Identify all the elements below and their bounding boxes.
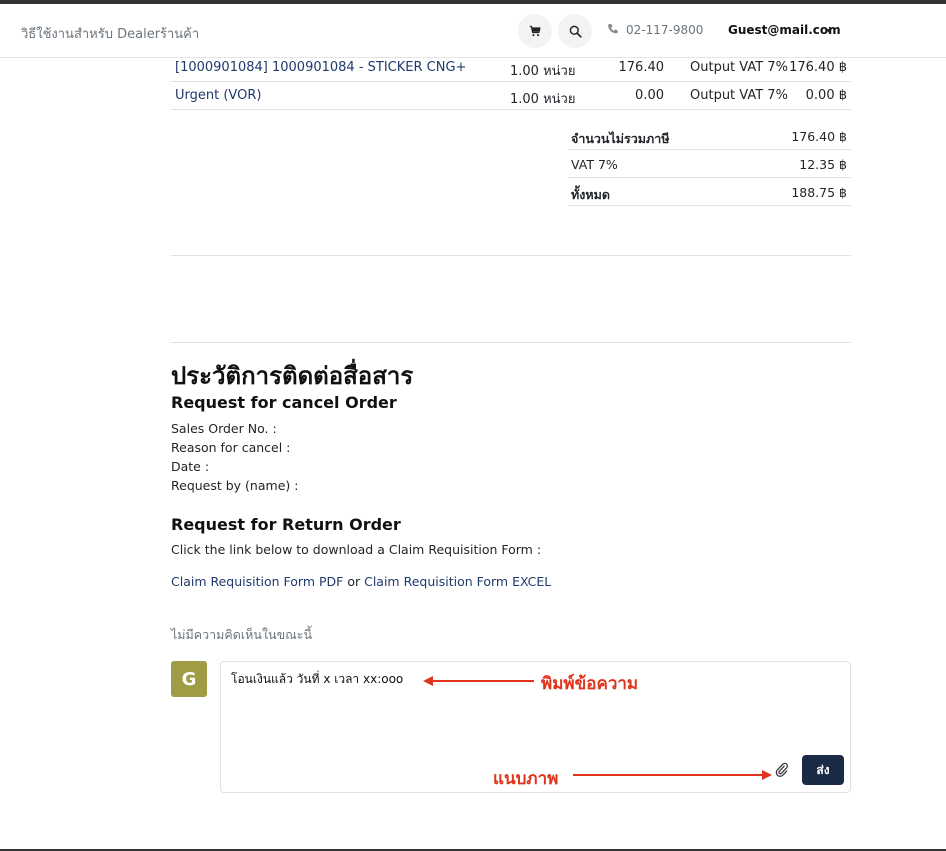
phone-text: 02-117-9800 xyxy=(626,23,704,37)
line-product-link[interactable]: [1000901084] 1000901084 - STICKER CNG+ xyxy=(175,60,466,75)
nav-link-dealer-guide[interactable]: วิธีใช้งานสำหรับ Dealer xyxy=(21,23,160,44)
totals-value: 188.75 ฿ xyxy=(791,185,847,200)
claim-form-pdf-link[interactable]: Claim Requisition Form PDF xyxy=(171,574,343,589)
send-button[interactable]: ส่ง xyxy=(802,755,844,785)
order-lines-table: [1000901084] 1000901084 - STICKER CNG+ 1… xyxy=(171,54,851,110)
phone-number[interactable]: 02-117-9800 xyxy=(606,23,703,37)
claim-form-excel-link[interactable]: Claim Requisition Form EXCEL xyxy=(364,574,551,589)
annotation-attach-image: แนบภาพ xyxy=(493,769,559,789)
link-separator: or xyxy=(343,574,365,589)
divider xyxy=(171,342,851,343)
arrow-line xyxy=(573,774,763,776)
cart-button[interactable] xyxy=(518,14,552,48)
line-tax: Output VAT 7% xyxy=(690,88,788,103)
totals-label: VAT 7% xyxy=(571,157,618,172)
history-title: ประวัติการติดต่อสื่อสาร xyxy=(171,362,414,390)
user-menu[interactable]: Guest@mail.com xyxy=(728,23,841,37)
line-unit-price: 0.00 xyxy=(635,88,664,103)
totals-label: ทั้งหมด xyxy=(571,187,610,202)
return-order-heading: Request for Return Order xyxy=(171,515,401,534)
search-button[interactable] xyxy=(558,14,592,48)
line-quantity: 1.00 หน่วย xyxy=(510,92,576,107)
arrow-line xyxy=(432,680,534,682)
avatar: G xyxy=(171,661,207,697)
cancel-field-reason: Reason for cancel : xyxy=(171,440,291,455)
totals-value: 176.40 ฿ xyxy=(791,129,847,144)
arrow-right-icon xyxy=(762,770,772,780)
cancel-order-heading: Request for cancel Order xyxy=(171,393,397,412)
navbar: วิธีใช้งานสำหรับ Dealer ร้านค้า 02-117-9… xyxy=(0,4,946,58)
line-quantity: 1.00 หน่วย xyxy=(510,64,576,79)
phone-icon xyxy=(608,24,618,34)
search-icon xyxy=(569,25,582,38)
line-subtotal: 176.40 ฿ xyxy=(789,60,847,75)
return-instructions: Click the link below to download a Claim… xyxy=(171,542,542,557)
divider xyxy=(171,255,851,256)
nav-link-shop[interactable]: ร้านค้า xyxy=(160,23,199,44)
totals-value: 12.35 ฿ xyxy=(799,157,847,172)
claim-form-links: Claim Requisition Form PDF or Claim Requ… xyxy=(171,574,551,589)
line-subtotal: 0.00 ฿ xyxy=(805,88,847,103)
table-row: [1000901084] 1000901084 - STICKER CNG+ 1… xyxy=(171,54,851,82)
totals-label: จำนวนไม่รวมภาษี xyxy=(571,131,670,146)
totals-row-untaxed: จำนวนไม่รวมภาษี 176.40 ฿ xyxy=(568,122,851,150)
paperclip-icon[interactable] xyxy=(775,762,789,778)
line-product-link[interactable]: Urgent (VOR) xyxy=(175,88,261,103)
table-row: Urgent (VOR) 1.00 หน่วย 0.00 Output VAT … xyxy=(171,82,851,110)
no-comments-text: ไม่มีความคิดเห็นในขณะนี้ xyxy=(171,627,312,642)
cancel-field-requester: Request by (name) : xyxy=(171,478,299,493)
totals-row-vat: VAT 7% 12.35 ฿ xyxy=(568,150,851,178)
cancel-field-so-number: Sales Order No. : xyxy=(171,421,277,436)
cancel-field-date: Date : xyxy=(171,459,210,474)
order-totals: จำนวนไม่รวมภาษี 176.40 ฿ VAT 7% 12.35 ฿ … xyxy=(568,122,851,206)
chevron-down-icon[interactable] xyxy=(826,29,832,33)
totals-row-total: ทั้งหมด 188.75 ฿ xyxy=(568,178,851,206)
line-tax: Output VAT 7% xyxy=(690,60,788,75)
cart-icon xyxy=(529,25,541,37)
line-unit-price: 176.40 xyxy=(618,60,665,75)
annotation-type-message: พิมพ์ข้อความ xyxy=(541,674,639,694)
